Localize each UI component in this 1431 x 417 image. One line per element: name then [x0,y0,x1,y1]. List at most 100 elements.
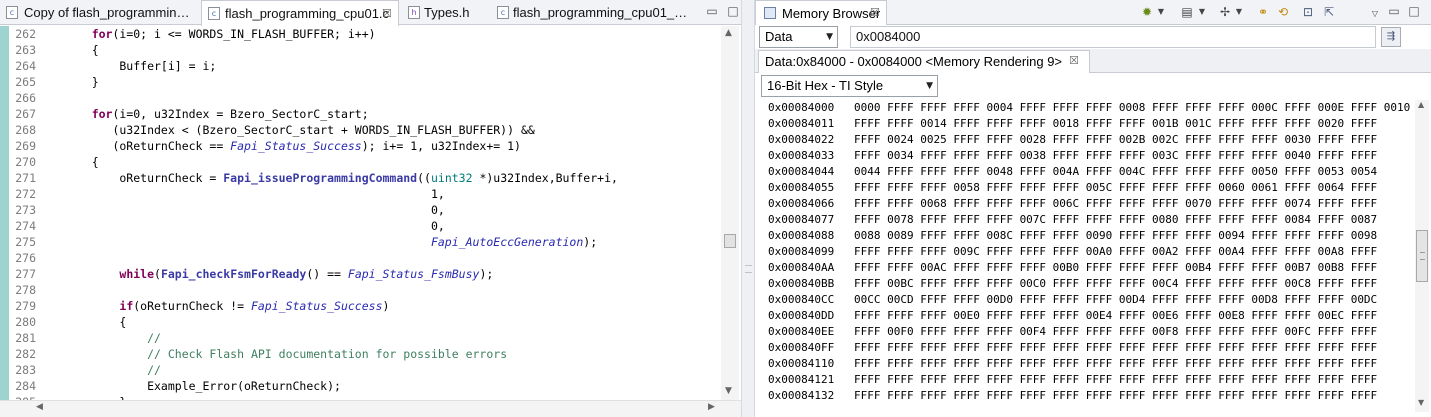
memory-row[interactable]: 0x000840AA FFFF FFFF 00AC FFFF FFFF FFFF … [768,260,1377,276]
memory-values[interactable]: 0044 FFFF FFFF FFFF 0048 FFFF 004A FFFF … [854,165,1377,178]
scroll-thumb[interactable] [724,234,736,248]
minimize-icon[interactable]: ▭ [1387,4,1401,18]
memory-values[interactable]: FFFF FFFF 0068 FFFF FFFF FFFF 006C FFFF … [854,197,1377,210]
code-line[interactable]: 280 { [9,314,721,330]
code-line[interactable]: 267 for(i=0, u32Index = Bzero_SectorC_st… [9,106,721,122]
chevron-down-icon[interactable]: ▼ [1157,4,1165,20]
memory-row[interactable]: 0x000840BB FFFF 00BC FFFF FFFF FFFF 00C0 … [768,276,1377,292]
close-icon[interactable]: ☒ [382,1,392,26]
sync-icon[interactable]: ⟲ [1275,4,1291,20]
splitter-grip[interactable] [745,265,752,273]
scroll-thumb[interactable] [1416,230,1428,282]
memory-row[interactable]: 0x00084121 FFFF FFFF FFFF FFFF FFFF FFFF … [768,372,1377,388]
memory-row[interactable]: 0x00084132 FFFF FFFF FFFF FFFF FFFF FFFF … [768,388,1377,404]
editor-horizontal-scrollbar[interactable]: ◀ ▶ [0,400,741,417]
code-editor[interactable]: 262 for(i=0; i <= WORDS_IN_FLASH_BUFFER;… [0,26,741,400]
code-line[interactable]: 263 { [9,42,721,58]
scroll-down-icon[interactable]: ▼ [1418,398,1424,407]
code-line[interactable]: 265 } [9,74,721,90]
memory-values[interactable]: FFFF 00BC FFFF FFFF FFFF 00C0 FFFF FFFF … [854,277,1377,290]
code-line[interactable]: 278 [9,282,721,298]
memory-values[interactable]: FFFF FFFF FFFF FFFF FFFF FFFF FFFF FFFF … [854,357,1377,370]
chip-icon[interactable]: ▤ [1179,4,1195,20]
code-line[interactable]: 264 Buffer[i] = i; [9,58,721,74]
chevron-down-icon[interactable]: ▼ [1235,4,1243,20]
scroll-right-icon[interactable]: ▶ [708,402,715,412]
memory-values[interactable]: FFFF 0024 0025 FFFF FFFF 0028 FFFF FFFF … [854,133,1377,146]
code-line[interactable]: 284 Example_Error(oReturnCheck); [9,378,721,394]
maximize-icon[interactable]: □ [726,4,740,18]
pin-icon[interactable]: ⇱ [1321,4,1337,20]
memory-row[interactable]: 0x00084055 FFFF FFFF FFFF 0058 FFFF FFFF … [768,180,1377,196]
memory-space-select[interactable]: Data ▼ [759,26,838,48]
code-line[interactable]: 266 [9,90,721,106]
memory-values[interactable]: FFFF FFFF FFFF 009C FFFF FFFF FFFF 00A0 … [854,245,1377,258]
memory-values[interactable]: 0000 FFFF FFFF FFFF 0004 FFFF FFFF FFFF … [854,101,1410,114]
memory-grid[interactable]: 0x00084000 0000 FFFF FFFF FFFF 0004 FFFF … [755,100,1415,412]
link-icon[interactable]: ⚭ [1255,4,1271,20]
memory-row[interactable]: 0x00084022 FFFF 0024 0025 FFFF FFFF 0028 … [768,132,1377,148]
memory-values[interactable]: FFFF FFFF FFFF FFFF FFFF FFFF FFFF FFFF … [854,389,1377,402]
code-line[interactable]: 276 [9,250,721,266]
code-line[interactable]: 270 { [9,154,721,170]
memory-values[interactable]: FFFF FFFF FFFF FFFF FFFF FFFF FFFF FFFF … [854,373,1377,386]
memory-row[interactable]: 0x000840DD FFFF FFFF FFFF 00E0 FFFF FFFF … [768,308,1377,324]
code-line[interactable]: 269 (oReturnCheck == Fapi_Status_Success… [9,138,721,154]
code-line[interactable]: 271 oReturnCheck = Fapi_issueProgramming… [9,170,721,186]
memory-row[interactable]: 0x000840EE FFFF 00F0 FFFF FFFF FFFF 00F4 … [768,324,1377,340]
minimize-icon[interactable]: ▭ [705,4,719,18]
scroll-up-icon[interactable]: ▲ [725,28,732,38]
memory-row[interactable]: 0x000840CC 00CC 00CD FFFF FFFF 00D0 FFFF … [768,292,1377,308]
code-line[interactable]: 282 // Check Flash API documentation for… [9,346,721,362]
maximize-icon[interactable]: □ [1407,4,1421,18]
memory-browser-tab[interactable]: Memory Browser ☒ [755,0,887,26]
memory-vertical-scrollbar[interactable]: ▲ ▼ [1415,100,1429,412]
tab-types-h[interactable]: h Types.h [402,0,490,25]
memory-row[interactable]: 0x00084044 0044 FFFF FFFF FFFF 0048 FFFF … [768,164,1377,180]
code-line[interactable]: 275 Fapi_AutoEccGeneration); [9,234,721,250]
close-icon[interactable]: ☒ [1069,54,1079,67]
scroll-up-icon[interactable]: ▲ [1418,100,1424,109]
memory-row[interactable]: 0x00084066 FFFF FFFF 0068 FFFF FFFF FFFF … [768,196,1377,212]
format-select[interactable]: 16-Bit Hex - TI Style ▼ [761,75,938,97]
connect-icon[interactable]: ✢ [1217,4,1233,20]
memory-values[interactable]: FFFF FFFF 00AC FFFF FFFF FFFF 00B0 FFFF … [854,261,1377,274]
tab-flash-programming-cpu01-2[interactable]: c flash_programming_cpu01_… [491,0,687,25]
memory-values[interactable]: 0088 0089 FFFF FFFF 008C FFFF FFFF 0090 … [854,229,1377,242]
code-line[interactable]: 283 // [9,362,721,378]
pane-splitter[interactable] [741,0,755,417]
code-line[interactable]: 262 for(i=0; i <= WORDS_IN_FLASH_BUFFER;… [9,26,721,42]
scroll-left-icon[interactable]: ◀ [36,402,43,412]
close-icon[interactable]: ☒ [870,6,880,19]
memory-values[interactable]: FFFF 00F0 FFFF FFFF FFFF 00F4 FFFF FFFF … [854,325,1377,338]
memory-rendering-tab[interactable]: Data:0x84000 - 0x0084000 <Memory Renderi… [758,50,1090,73]
code-line[interactable]: 273 0, [9,202,721,218]
view-menu-icon[interactable]: ▽ [1371,6,1379,22]
memory-values[interactable]: 00CC 00CD FFFF FFFF 00D0 FFFF FFFF FFFF … [854,293,1377,306]
memory-row[interactable]: 0x00084099 FFFF FFFF FFFF 009C FFFF FFFF … [768,244,1377,260]
code-line[interactable]: 272 1, [9,186,721,202]
code-line[interactable]: 277 while(Fapi_checkFsmForReady() == Fap… [9,266,721,282]
memory-values[interactable]: FFFF 0078 FFFF FFFF FFFF 007C FFFF FFFF … [854,213,1377,226]
memory-row[interactable]: 0x00084000 0000 FFFF FFFF FFFF 0004 FFFF … [768,100,1410,116]
chevron-down-icon[interactable]: ▼ [1198,4,1206,20]
code-line[interactable]: 274 0, [9,218,721,234]
memory-row[interactable]: 0x00084110 FFFF FFFF FFFF FFFF FFFF FFFF … [768,356,1377,372]
code-line[interactable]: 268 (u32Index < (Bzero_SectorC_start + W… [9,122,721,138]
memory-values[interactable]: FFFF FFFF FFFF 0058 FFFF FFFF FFFF 005C … [854,181,1377,194]
tab-flash-programming-cpu01[interactable]: c flash_programming_cpu01.c ☒ [201,0,399,26]
memory-values[interactable]: FFFF FFFF 0014 FFFF FFFF FFFF 0018 FFFF … [854,117,1377,130]
memory-row[interactable]: 0x00084033 FFFF 0034 FFFF FFFF FFFF 0038 … [768,148,1377,164]
new-tab-icon[interactable]: ⊡ [1300,4,1316,20]
memory-values[interactable]: FFFF FFFF FFFF FFFF FFFF FFFF FFFF FFFF … [854,341,1377,354]
code-line[interactable]: 279 if(oReturnCheck != Fapi_Status_Succe… [9,298,721,314]
refresh-gear-icon[interactable]: ✹ [1139,4,1155,20]
memory-row[interactable]: 0x00084088 0088 0089 FFFF FFFF 008C FFFF … [768,228,1377,244]
editor-vertical-scrollbar[interactable]: ▲ ▼ [721,26,739,400]
tab-copy-of-flash-programming[interactable]: c Copy of flash_programmin… [0,0,200,25]
scroll-down-icon[interactable]: ▼ [725,386,732,396]
code-line[interactable]: 281 // [9,330,721,346]
memory-row[interactable]: 0x00084077 FFFF 0078 FFFF FFFF FFFF 007C … [768,212,1377,228]
memory-row[interactable]: 0x000840FF FFFF FFFF FFFF FFFF FFFF FFFF … [768,340,1377,356]
address-input[interactable]: 0x0084000 [850,26,1376,48]
